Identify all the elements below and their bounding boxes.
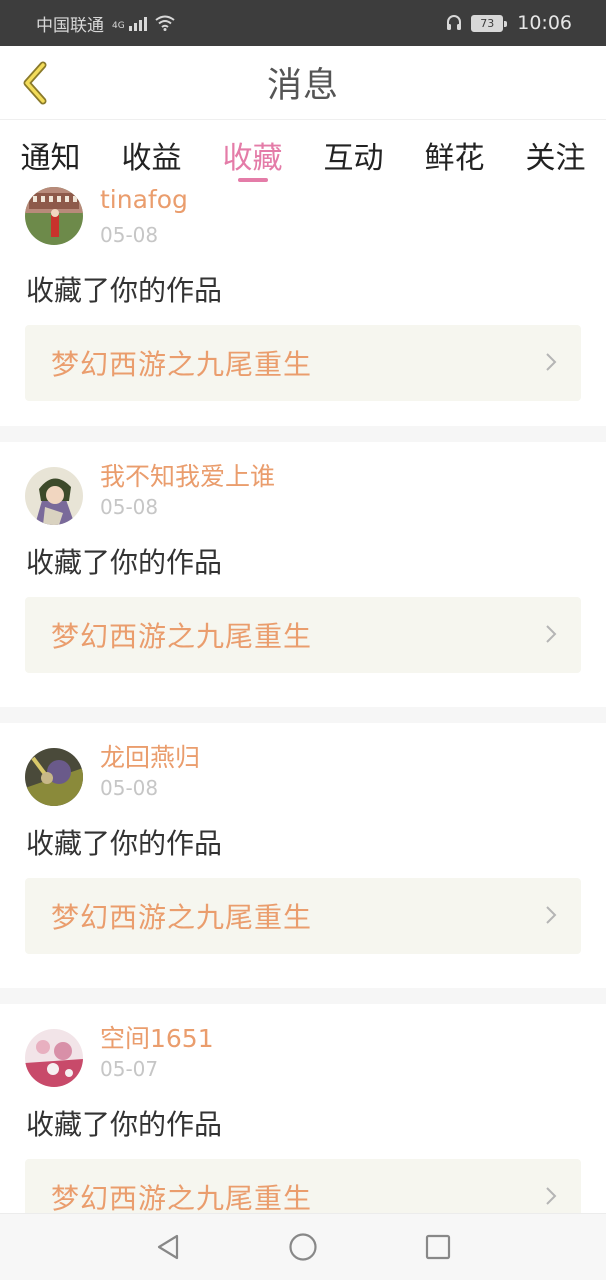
carrier-label: 中国联通 xyxy=(36,15,104,36)
clock: 10:06 xyxy=(517,12,572,34)
status-right: 73 10:06 xyxy=(445,12,572,34)
message-card: tinafog 05-08 收藏了你的作品 梦幻西游之九尾重生 xyxy=(0,185,606,459)
card-separator xyxy=(0,988,606,1004)
chevron-right-icon xyxy=(546,906,557,924)
tab-notifications[interactable]: 通知 xyxy=(0,121,101,185)
username[interactable]: tinafog xyxy=(100,185,188,214)
chevron-right-icon xyxy=(546,1187,557,1205)
header: 消息 xyxy=(0,46,606,120)
battery-icon: 73 xyxy=(471,14,508,32)
chevron-left-icon xyxy=(23,61,47,105)
work-link[interactable]: 梦幻西游之九尾重生 xyxy=(25,878,581,954)
action-text: 收藏了你的作品 xyxy=(26,546,223,579)
work-link[interactable]: 梦幻西游之九尾重生 xyxy=(25,325,581,401)
work-title: 梦幻西游之九尾重生 xyxy=(51,620,313,653)
page-title: 消息 xyxy=(266,66,339,106)
username[interactable]: 我不知我爱上谁 xyxy=(100,457,275,493)
wifi-icon xyxy=(155,15,175,31)
tab-flowers[interactable]: 鲜花 xyxy=(404,121,505,185)
action-text: 收藏了你的作品 xyxy=(26,827,223,860)
signal-icon xyxy=(128,15,147,31)
card-separator xyxy=(0,426,606,442)
headset-icon xyxy=(445,14,463,32)
username[interactable]: 空间1651 xyxy=(100,1019,214,1055)
avatar[interactable] xyxy=(25,748,83,806)
message-date: 05-07 xyxy=(100,1057,159,1081)
message-card: 空间1651 05-07 收藏了你的作品 梦幻西游之九尾重生 xyxy=(0,1004,606,1215)
action-text: 收藏了你的作品 xyxy=(26,1108,223,1141)
back-triangle-icon[interactable] xyxy=(153,1232,183,1262)
tab-earnings[interactable]: 收益 xyxy=(101,121,202,185)
tab-follows[interactable]: 关注 xyxy=(505,121,606,185)
work-title: 梦幻西游之九尾重生 xyxy=(51,1182,313,1215)
work-link[interactable]: 梦幻西游之九尾重生 xyxy=(25,597,581,673)
home-circle-icon[interactable] xyxy=(288,1232,318,1262)
chevron-right-icon xyxy=(546,625,557,643)
status-bar: 中国联通 4G 73 10:06 xyxy=(0,0,606,46)
message-card: 我不知我爱上谁 05-08 收藏了你的作品 梦幻西游之九尾重生 xyxy=(0,442,606,723)
tab-bar: 通知 收益 收藏 互动 鲜花 关注 xyxy=(0,121,606,185)
tab-interactions[interactable]: 互动 xyxy=(303,121,404,185)
message-date: 05-08 xyxy=(100,223,159,247)
battery-level: 73 xyxy=(480,16,495,30)
username[interactable]: 龙回燕归 xyxy=(100,738,200,774)
work-link[interactable]: 梦幻西游之九尾重生 xyxy=(25,1159,581,1215)
work-title: 梦幻西游之九尾重生 xyxy=(51,901,313,934)
work-title: 梦幻西游之九尾重生 xyxy=(51,348,313,381)
chevron-right-icon xyxy=(546,353,557,371)
screen: 中国联通 4G 73 10:06 消息 通知 收益 收藏 互动 鲜花 关注 ti… xyxy=(0,0,606,1280)
message-list[interactable]: tinafog 05-08 收藏了你的作品 梦幻西游之九尾重生 我不知我爱上谁 … xyxy=(0,185,606,1215)
status-left: 中国联通 4G xyxy=(36,11,175,36)
network-type-label: 4G xyxy=(112,20,125,31)
card-separator xyxy=(0,707,606,723)
action-text: 收藏了你的作品 xyxy=(26,274,223,307)
message-date: 05-08 xyxy=(100,495,159,519)
system-nav-bar xyxy=(0,1213,606,1280)
back-button[interactable] xyxy=(14,60,54,106)
message-card: 龙回燕归 05-08 收藏了你的作品 梦幻西游之九尾重生 xyxy=(0,723,606,1004)
avatar[interactable] xyxy=(25,1029,83,1087)
avatar[interactable] xyxy=(25,467,83,525)
tab-favorites[interactable]: 收藏 xyxy=(202,121,303,185)
message-date: 05-08 xyxy=(100,776,159,800)
avatar[interactable] xyxy=(25,187,83,245)
recents-square-icon[interactable] xyxy=(423,1232,453,1262)
